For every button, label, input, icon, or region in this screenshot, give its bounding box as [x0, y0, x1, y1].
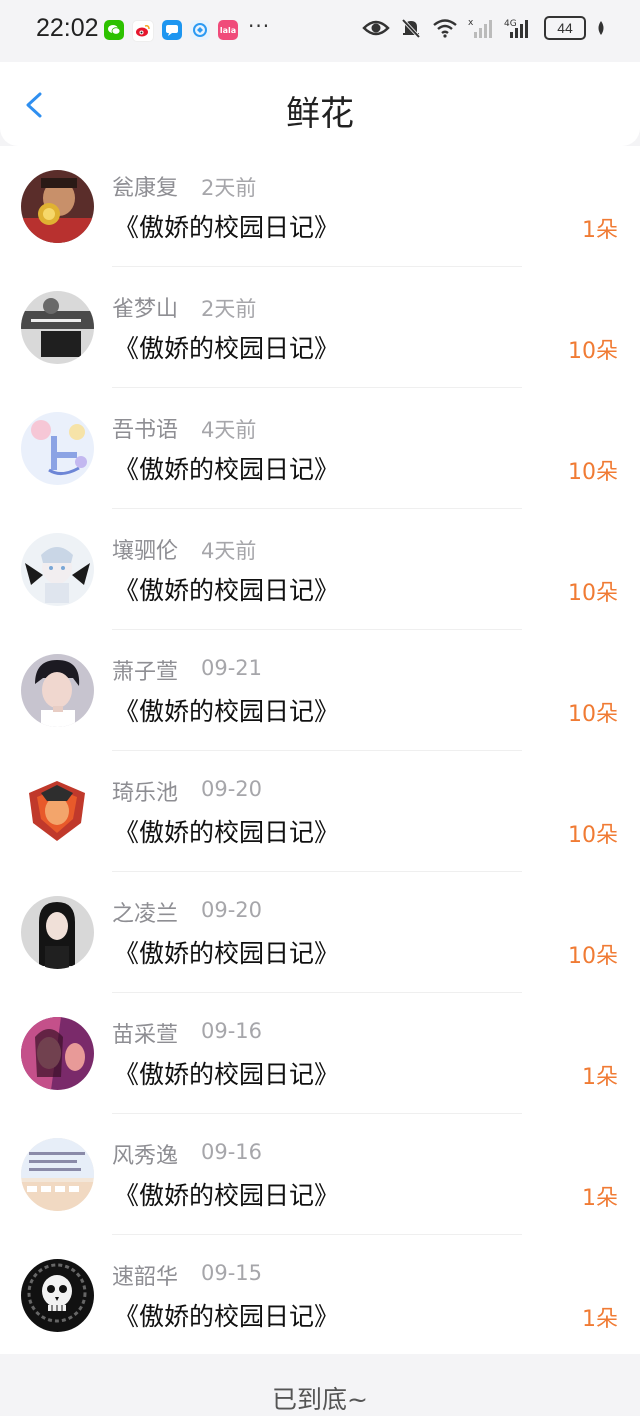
list-item[interactable]: 雀梦山 2天前 《傲娇的校园日记》 10朵 — [0, 267, 640, 388]
gift-time: 2天前 — [201, 176, 257, 200]
avatar[interactable] — [21, 896, 94, 969]
book-title: 《傲娇的校园日记》 — [114, 1181, 340, 1210]
avatar[interactable] — [21, 170, 94, 243]
leaf-icon — [598, 21, 604, 35]
book-title: 《傲娇的校园日记》 — [114, 1302, 340, 1331]
gift-time: 2天前 — [201, 297, 257, 321]
list-item[interactable]: 瓮康复 2天前 《傲娇的校园日记》 1朵 — [0, 146, 640, 267]
flower-count: 1朵 — [582, 218, 618, 243]
more-notifications-icon: ··· — [248, 14, 271, 38]
end-of-list-text: 已到底~ — [272, 1385, 368, 1414]
avatar[interactable] — [21, 291, 94, 364]
eye-icon — [362, 20, 390, 36]
user-name: 琦乐池 — [112, 781, 179, 806]
book-title: 《傲娇的校园日记》 — [114, 455, 340, 484]
mute-bell-icon — [401, 18, 421, 39]
svg-text:x: x — [468, 18, 474, 28]
flower-count: 10朵 — [568, 581, 618, 606]
status-time: 22:02 — [36, 14, 99, 42]
gift-time: 09-16 — [201, 1140, 263, 1164]
avatar[interactable] — [21, 533, 94, 606]
signal-empty-icon: x — [468, 18, 492, 38]
flower-count: 10朵 — [568, 460, 618, 485]
book-title: 《傲娇的校园日记》 — [114, 576, 340, 605]
page-title: 鲜花 — [286, 94, 354, 134]
list-item[interactable]: 风秀逸 09-16 《傲娇的校园日记》 1朵 — [0, 1114, 640, 1235]
message-icon — [162, 20, 182, 40]
avatar[interactable] — [21, 1259, 94, 1332]
book-title: 《傲娇的校园日记》 — [114, 213, 340, 242]
network-label: 4G — [504, 19, 517, 29]
gift-time: 09-16 — [201, 1019, 263, 1043]
wechat-icon — [104, 20, 124, 40]
list-item[interactable]: 萧子萱 09-21 《傲娇的校园日记》 10朵 — [0, 630, 640, 751]
list-item[interactable]: 苗采萱 09-16 《傲娇的校园日记》 1朵 — [0, 993, 640, 1114]
book-title: 《傲娇的校园日记》 — [114, 1060, 340, 1089]
user-name: 雀梦山 — [112, 297, 179, 322]
flower-count: 1朵 — [582, 1186, 618, 1211]
user-name: 风秀逸 — [112, 1144, 179, 1169]
flower-gift-list: 瓮康复 2天前 《傲娇的校园日记》 1朵 雀梦山 2天前 《傲娇的校园日记》 1… — [0, 146, 640, 1354]
weibo-icon — [132, 20, 154, 42]
user-name: 壤驷伦 — [112, 539, 179, 564]
flower-count: 10朵 — [568, 702, 618, 727]
flower-count: 10朵 — [568, 823, 618, 848]
flower-count: 10朵 — [568, 339, 618, 364]
wifi-icon — [433, 19, 457, 38]
flower-count: 1朵 — [582, 1065, 618, 1090]
list-item[interactable]: 速韶华 09-15 《傲娇的校园日记》 1朵 — [0, 1235, 640, 1356]
signal-4g-icon: 4G — [504, 19, 528, 38]
list-footer: 已到底~ — [0, 1354, 640, 1414]
user-name: 之凌兰 — [112, 902, 179, 927]
user-name: 萧子萱 — [112, 660, 179, 685]
lofter-icon: lala — [218, 20, 238, 40]
page-header: 鲜花 — [0, 62, 640, 146]
browser-icon — [190, 20, 210, 40]
avatar[interactable] — [21, 654, 94, 727]
status-bar: 22:02 lala ··· x 4G 44 — [0, 0, 640, 62]
gift-time: 4天前 — [201, 418, 257, 442]
gift-time: 09-15 — [201, 1261, 263, 1285]
user-name: 苗采萱 — [112, 1023, 179, 1048]
book-title: 《傲娇的校园日记》 — [114, 697, 340, 726]
book-title: 《傲娇的校园日记》 — [114, 818, 340, 847]
book-title: 《傲娇的校园日记》 — [114, 334, 340, 363]
avatar[interactable] — [21, 1138, 94, 1211]
avatar[interactable] — [21, 412, 94, 485]
flower-count: 1朵 — [582, 1307, 618, 1332]
list-item[interactable]: 琦乐池 09-20 《傲娇的校园日记》 10朵 — [0, 751, 640, 872]
avatar[interactable] — [21, 1017, 94, 1090]
list-item[interactable]: 之凌兰 09-20 《傲娇的校园日记》 10朵 — [0, 872, 640, 993]
gift-time: 09-20 — [201, 898, 263, 922]
user-name: 吾书语 — [112, 418, 179, 443]
status-right: x 4G 44 — [362, 16, 606, 40]
list-item[interactable]: 壤驷伦 4天前 《傲娇的校园日记》 10朵 — [0, 509, 640, 630]
flower-count: 10朵 — [568, 944, 618, 969]
user-name: 速韶华 — [112, 1265, 179, 1290]
avatar[interactable] — [21, 775, 94, 848]
user-name: 瓮康复 — [112, 176, 179, 201]
gift-time: 4天前 — [201, 539, 257, 563]
gift-time: 09-20 — [201, 777, 263, 801]
list-item[interactable]: 吾书语 4天前 《傲娇的校园日记》 10朵 — [0, 388, 640, 509]
battery-indicator: 44 — [544, 16, 586, 40]
notification-icons: lala — [104, 20, 238, 42]
gift-time: 09-21 — [201, 656, 263, 680]
book-title: 《傲娇的校园日记》 — [114, 939, 340, 968]
